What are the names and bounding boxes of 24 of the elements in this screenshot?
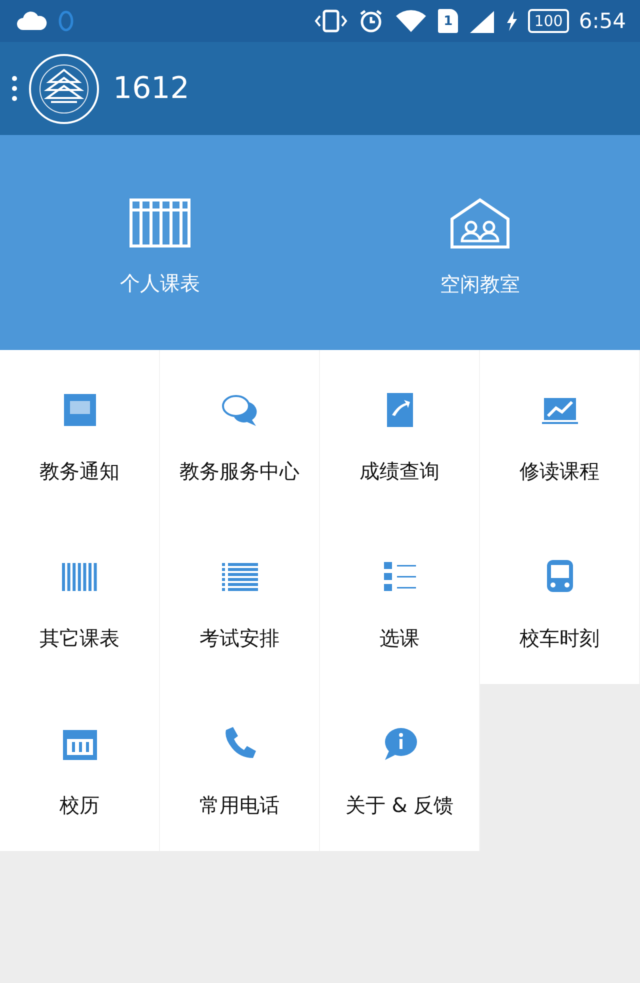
app-title: 1612 xyxy=(113,71,190,106)
feature-tile[interactable]: 教务服务中心 xyxy=(160,350,320,517)
vibrate-icon xyxy=(314,9,348,33)
feature-tile[interactable]: 考试安排 xyxy=(160,517,320,684)
cloud-icon xyxy=(16,11,48,31)
feature-tile[interactable]: 校历 xyxy=(0,684,160,851)
feature-tile[interactable]: 修读课程 xyxy=(480,350,640,517)
charging-icon xyxy=(506,10,518,32)
feature-tile[interactable]: 常用电话 xyxy=(160,684,320,851)
feature-tile[interactable]: 校车时刻 xyxy=(480,517,640,684)
signal-icon xyxy=(468,9,496,33)
classroom-icon xyxy=(449,196,511,248)
clock-time: 6:54 xyxy=(578,9,626,33)
ring-icon xyxy=(58,10,74,32)
feature-tile[interactable]: 关于 & 反馈 xyxy=(320,684,480,851)
feature-tile[interactable]: 选课 xyxy=(320,517,480,684)
sim-card-icon: 1 xyxy=(438,9,458,33)
alarm-icon xyxy=(358,8,384,34)
feature-tile[interactable]: 成绩查询 xyxy=(320,350,480,517)
battery-indicator: 100 xyxy=(528,9,569,33)
feature-tile[interactable]: 其它课表 xyxy=(0,517,160,684)
feature-tile[interactable]: 教务通知 xyxy=(0,350,160,517)
wifi-icon xyxy=(394,8,428,34)
timetable-icon xyxy=(129,198,191,248)
